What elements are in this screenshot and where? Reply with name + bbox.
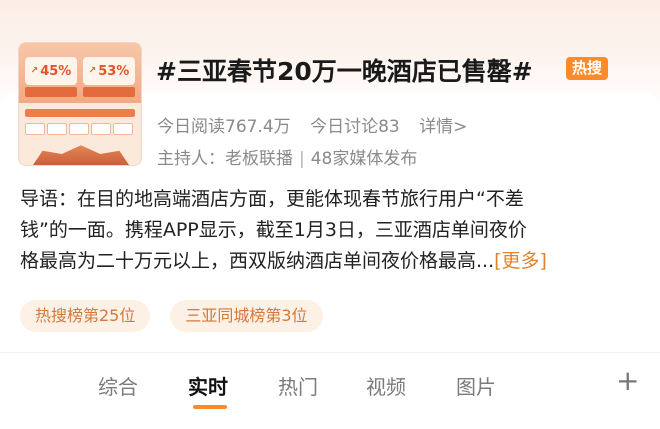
thumbnail-stat-right: ↗ 53% — [83, 57, 135, 85]
topic-stats: 今日阅读767.4万 今日讨论83 详情> — [157, 112, 481, 137]
active-tab-indicator — [193, 405, 227, 409]
more-link[interactable]: [更多] — [494, 250, 547, 272]
reads-count: 今日阅读767.4万 — [157, 117, 291, 137]
tab-video[interactable]: 视频 — [366, 371, 406, 400]
hot-badge: 热搜 — [566, 57, 609, 80]
thumbnail-subbar — [25, 87, 77, 97]
topic-thumbnail[interactable]: ↗ 45% ↗ 53% — [18, 42, 142, 166]
add-tab-icon[interactable]: + — [616, 367, 639, 395]
discussions-count: 今日讨论83 — [310, 117, 400, 137]
media-count[interactable]: 48家媒体发布 — [311, 149, 418, 169]
thumbnail-subbar — [83, 87, 135, 97]
host-separator: | — [299, 149, 305, 169]
tab-bar: 综合 实时 热门 视频 图片 — [0, 353, 660, 429]
topic-guide-text: 导语：在目的地高端酒店方面，更能体现春节旅行用户“不差 钱”的一面。携程APP显… — [20, 184, 640, 277]
tab-images[interactable]: 图片 — [456, 371, 496, 400]
arrow-up-icon: ↗ — [88, 66, 97, 76]
thumbnail-cell — [69, 123, 89, 135]
topic-title: #三亚春节20万一晚酒店已售罄# — [156, 57, 533, 86]
thumbnail-cell — [113, 123, 133, 135]
thumbnail-cell — [91, 123, 111, 135]
topic-host-info: 主持人：老板联播 | 48家媒体发布 — [157, 144, 417, 169]
thumbnail-ribbon — [25, 109, 135, 117]
pavilion-roof-icon — [33, 145, 129, 165]
guide-line-1: 导语：在目的地高端酒店方面，更能体现春节旅行用户“不差 — [20, 188, 524, 210]
thumbnail-cell — [25, 123, 45, 135]
detail-link[interactable]: 详情> — [419, 117, 467, 137]
tab-popular[interactable]: 热门 — [278, 371, 318, 400]
guide-line-2: 钱”的一面。携程APP显示，截至1月3日，三亚酒店单间夜价 — [20, 219, 527, 241]
thumbnail-stat-left: ↗ 45% — [25, 57, 77, 85]
tab-realtime[interactable]: 实时 — [188, 371, 228, 400]
rank-tags: 热搜榜第25位 三亚同城榜第3位 — [20, 300, 323, 332]
guide-line-3: 格最高为二十万元以上，西双版纳酒店单间夜价格最高...[更多] — [20, 250, 547, 272]
tag-hot-search-rank[interactable]: 热搜榜第25位 — [20, 300, 151, 332]
host-label[interactable]: 主持人：老板联播 — [157, 149, 293, 169]
tag-local-rank[interactable]: 三亚同城榜第3位 — [170, 300, 323, 332]
tab-comprehensive[interactable]: 综合 — [98, 371, 138, 400]
arrow-up-icon: ↗ — [30, 66, 39, 76]
thumbnail-cell — [47, 123, 67, 135]
